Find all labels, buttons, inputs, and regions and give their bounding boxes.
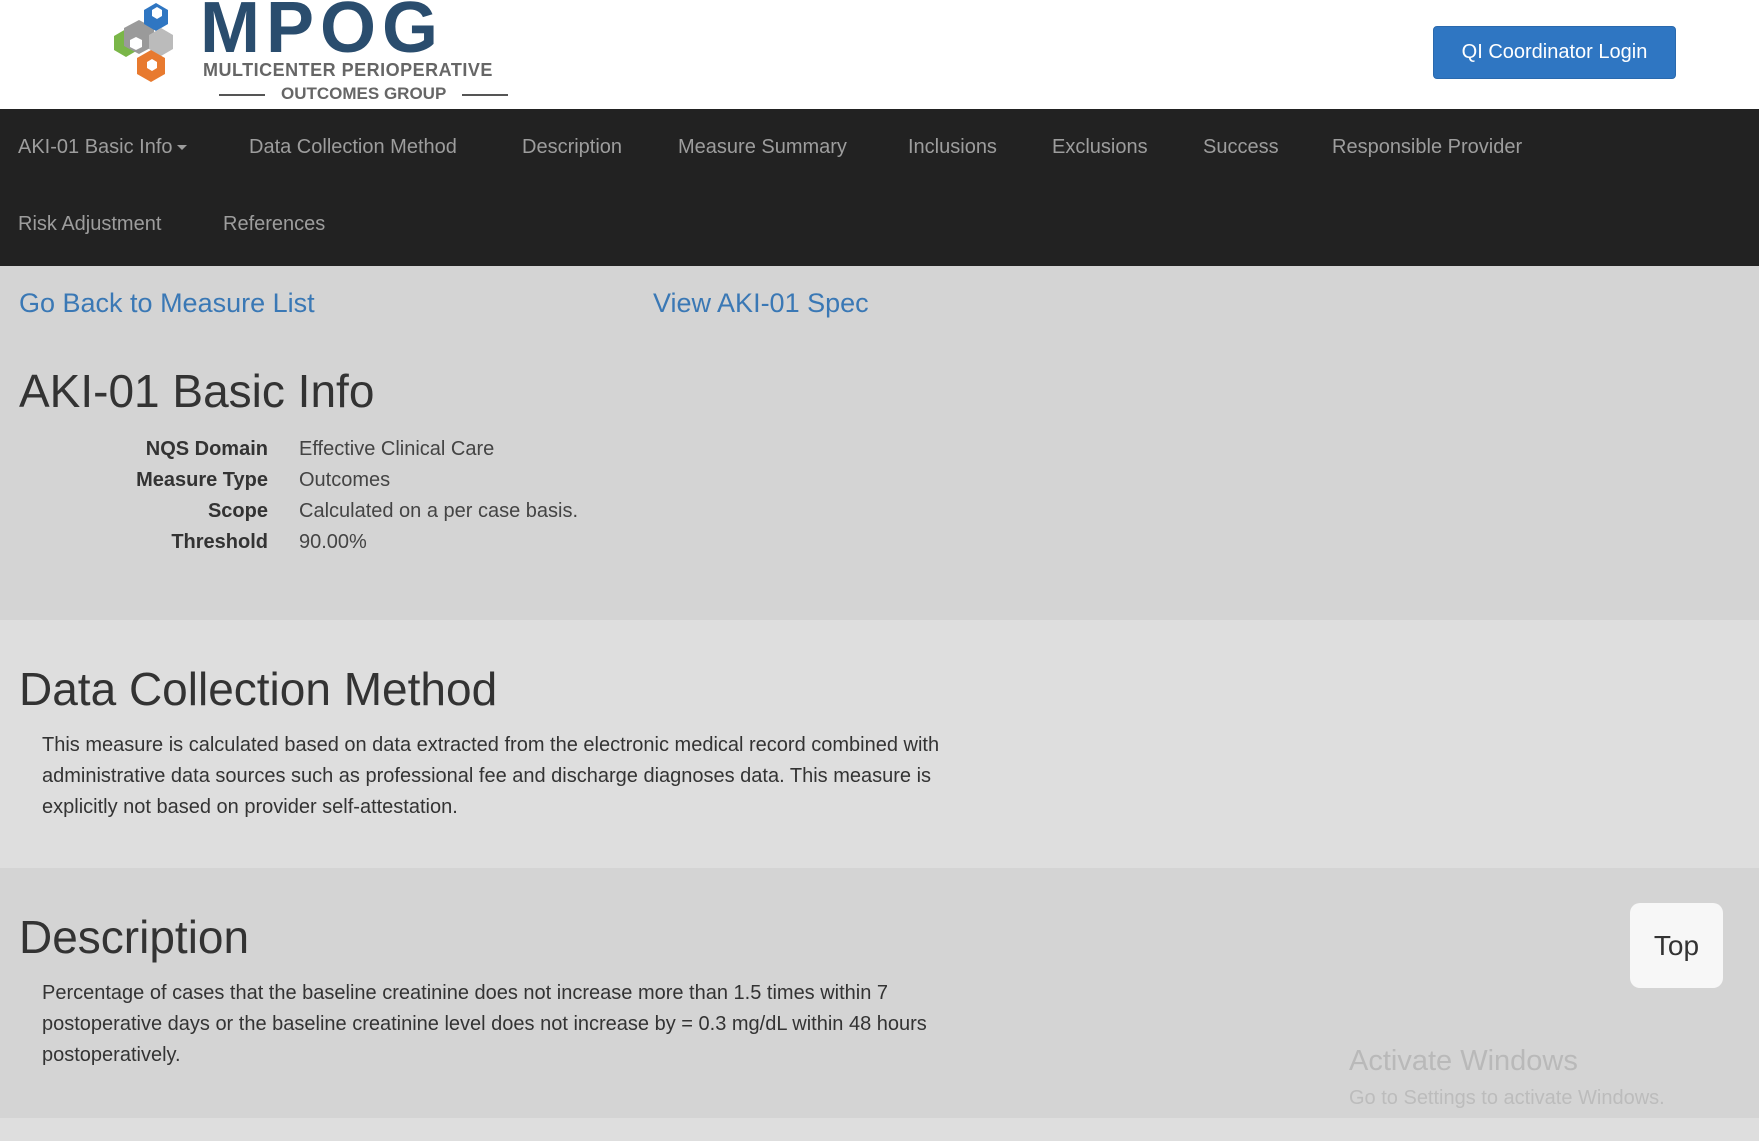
data-collection-section: Data Collection Method This measure is c…: [0, 620, 1759, 868]
logo-hexagon-icon: [114, 3, 173, 82]
logo-word: MPOG: [200, 0, 445, 68]
qi-coordinator-login-button[interactable]: QI Coordinator Login: [1433, 26, 1676, 79]
basic-info-section: Go Back to Measure List View AKI-01 Spec…: [0, 266, 1759, 620]
nav-item-description[interactable]: Description: [522, 136, 622, 159]
back-to-top-button[interactable]: Top: [1630, 903, 1723, 988]
nav-item-basic-info[interactable]: AKI-01 Basic Info: [18, 136, 187, 159]
info-label-measure-type: Measure Type: [136, 469, 268, 491]
nav-item-inclusions[interactable]: Inclusions: [908, 136, 997, 159]
nav-item-responsible-provider[interactable]: Responsible Provider: [1332, 136, 1522, 159]
info-value-nqs-domain: Effective Clinical Care: [299, 438, 495, 460]
activate-windows-watermark: Activate Windows: [1349, 1045, 1578, 1077]
logo-subtitle-2-text: OUTCOMES GROUP: [281, 84, 447, 103]
description-title: Description: [19, 911, 250, 963]
info-label-threshold: Threshold: [171, 531, 268, 553]
info-label-nqs-domain: NQS Domain: [145, 438, 268, 460]
info-value-scope: Calculated on a per case basis.: [299, 500, 579, 522]
nav-item-references[interactable]: References: [223, 213, 325, 236]
description-section: Description Percentage of cases that the…: [0, 868, 1759, 1118]
nav-item-basic-info-label: AKI-01 Basic Info: [18, 136, 173, 158]
data-collection-title: Data Collection Method: [19, 663, 498, 715]
nav-item-measure-summary[interactable]: Measure Summary: [678, 136, 847, 159]
nav-item-data-collection-method[interactable]: Data Collection Method: [249, 136, 457, 159]
main-navbar: AKI-01 Basic Info Data Collection Method…: [0, 109, 1759, 266]
info-value-threshold: 90.00%: [299, 531, 367, 553]
activate-windows-hint: Go to Settings to activate Windows.: [1349, 1087, 1665, 1109]
logo-subtitle-2: OUTCOMES GROUP: [203, 84, 519, 104]
caret-down-icon: [176, 145, 187, 151]
mpog-logo[interactable]: MPOG MULTICENTER PERIOPERATIVE OUTCOMES …: [94, 0, 534, 106]
info-value-measure-type: Outcomes: [299, 469, 391, 491]
nav-item-exclusions[interactable]: Exclusions: [1052, 136, 1148, 159]
logo-subtitle-1: MULTICENTER PERIOPERATIVE: [203, 60, 493, 80]
site-header: MPOG MULTICENTER PERIOPERATIVE OUTCOMES …: [0, 0, 1759, 109]
basic-info-title: AKI-01 Basic Info: [19, 365, 375, 417]
next-section-strip: [0, 1118, 1759, 1141]
back-to-measure-list-link[interactable]: Go Back to Measure List: [19, 288, 315, 319]
description-text: Percentage of cases that the baseline cr…: [42, 982, 927, 1066]
nav-item-risk-adjustment[interactable]: Risk Adjustment: [18, 213, 161, 236]
view-spec-link[interactable]: View AKI-01 Spec: [653, 288, 869, 319]
nav-item-success[interactable]: Success: [1203, 136, 1279, 159]
data-collection-text: This measure is calculated based on data…: [42, 734, 940, 818]
info-label-scope: Scope: [207, 500, 268, 522]
